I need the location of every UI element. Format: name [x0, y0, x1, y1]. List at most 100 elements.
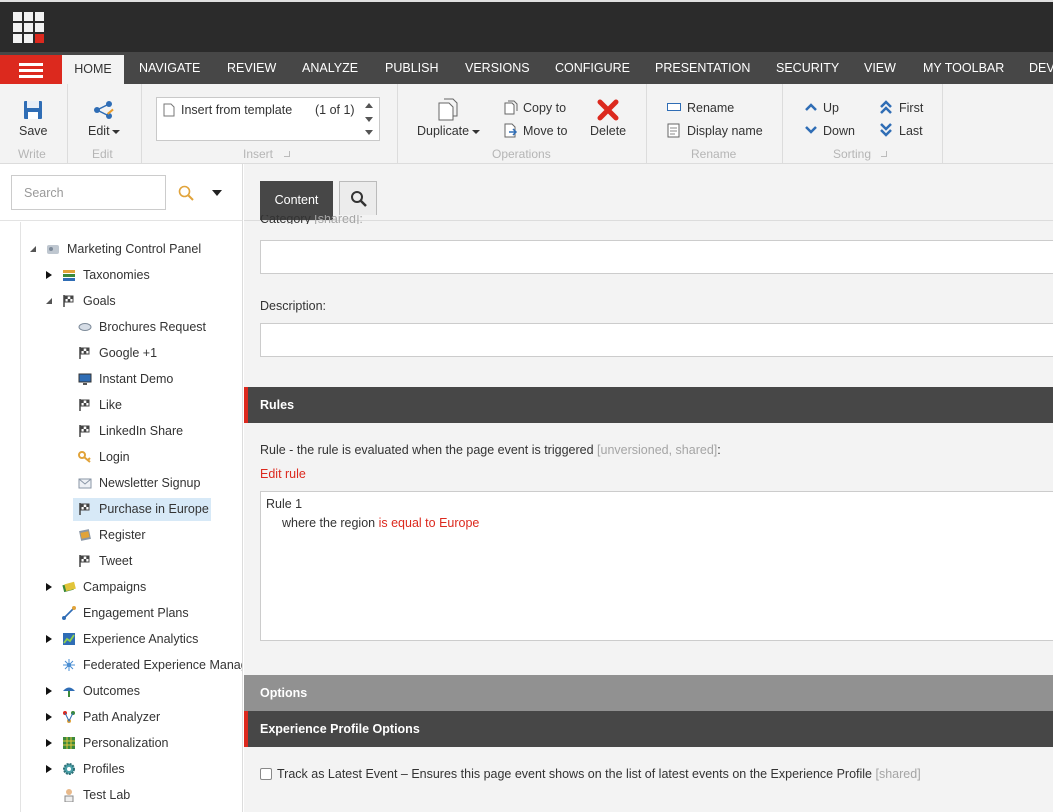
insert-launcher-icon[interactable]	[284, 151, 290, 157]
tab-search[interactable]	[339, 181, 377, 215]
description-field[interactable]	[260, 323, 1053, 357]
group-label-edit: Edit	[92, 147, 113, 161]
tree-item-like[interactable]: Like	[78, 394, 242, 416]
analytics-chart-icon	[63, 633, 75, 645]
move-to-button[interactable]: Move to	[504, 122, 574, 140]
sort-first-button[interactable]: First	[880, 99, 930, 117]
tree-item-purchase-in-europe[interactable]: Purchase in Europe	[78, 498, 242, 520]
track-latest-event-label: Track as Latest Event – Ensures this pag…	[277, 767, 921, 781]
tree-item-campaigns[interactable]: Campaigns	[46, 576, 242, 598]
group-label-insert: Insert	[243, 147, 274, 161]
tree-item-brochures-request[interactable]: Brochures Request	[78, 316, 242, 338]
envelope-icon	[78, 478, 92, 489]
sorting-launcher-icon[interactable]	[881, 151, 887, 157]
insert-template-gallery[interactable]: Insert from template (1 of 1)	[156, 97, 380, 141]
tree-item-federated-experience-manager[interactable]: Federated Experience Manager	[46, 654, 242, 676]
rename-label: Rename	[687, 101, 735, 115]
rule-condition-line: where the region is equal to Europe	[282, 516, 480, 530]
tree-item-experience-analytics[interactable]: Experience Analytics	[46, 628, 242, 650]
copy-to-button[interactable]: Copy to	[504, 99, 574, 117]
duplicate-button[interactable]: Duplicate	[414, 96, 484, 140]
tab-my-toolbar[interactable]: MY TOOLBAR	[923, 52, 1004, 84]
control-panel-icon	[47, 245, 59, 254]
tree-item-instant-demo[interactable]: Instant Demo	[78, 368, 242, 390]
key-icon	[78, 451, 91, 463]
edit-button[interactable]: Edit	[80, 96, 128, 140]
edit-rule-link[interactable]: Edit rule	[260, 467, 306, 481]
delete-button[interactable]: Delete	[586, 96, 630, 140]
tree-item-marketing-control-panel[interactable]: Marketing Control Panel	[30, 238, 242, 260]
experience-profile-section-header[interactable]: Experience Profile Options	[244, 711, 1053, 747]
tree-item-test-lab[interactable]: Test Lab	[46, 784, 242, 806]
brochure-icon	[78, 323, 92, 331]
search-options-dropdown-icon[interactable]	[212, 190, 222, 196]
app-grid-icon[interactable]	[13, 12, 45, 44]
tab-versions[interactable]: VERSIONS	[465, 52, 530, 84]
tab-home[interactable]: HOME	[62, 55, 124, 84]
tree-item-outcomes[interactable]: Outcomes	[46, 680, 242, 702]
chevron-down-icon	[805, 126, 817, 134]
tree-item-google-plus[interactable]: Google +1	[78, 342, 242, 364]
copy-icon	[504, 100, 518, 115]
tab-dev[interactable]: DEV	[1029, 52, 1053, 84]
tab-navigate[interactable]: NAVIGATE	[139, 52, 200, 84]
tree-item-engagement-plans[interactable]: Engagement Plans	[46, 602, 242, 624]
checkered-flag-icon	[79, 555, 90, 567]
tab-review[interactable]: REVIEW	[227, 52, 276, 84]
save-button[interactable]: Save	[10, 96, 56, 140]
rules-section-header[interactable]: Rules	[244, 387, 1053, 423]
tree-item-personalization[interactable]: Personalization	[46, 732, 242, 754]
rename-button[interactable]: Rename	[667, 99, 747, 117]
save-label: Save	[19, 124, 48, 138]
tab-presentation[interactable]: PRESENTATION	[655, 52, 750, 84]
taxonomy-books-icon	[63, 270, 75, 281]
menu-hamburger-icon[interactable]	[0, 55, 62, 84]
tab-analyze[interactable]: ANALYZE	[302, 52, 358, 84]
sort-up-button[interactable]: Up	[805, 99, 845, 117]
track-latest-event-checkbox[interactable]	[260, 768, 272, 780]
tree-item-profiles[interactable]: Profiles	[46, 758, 242, 780]
move-to-label: Move to	[523, 124, 568, 138]
tree-item-linkedin-share[interactable]: LinkedIn Share	[78, 420, 242, 442]
tree-item-path-analyzer[interactable]: Path Analyzer	[46, 706, 242, 728]
tree-item-register[interactable]: Register	[78, 524, 242, 546]
category-field[interactable]	[260, 240, 1053, 274]
tab-publish[interactable]: PUBLISH	[385, 52, 439, 84]
search-input[interactable]	[11, 175, 166, 210]
tree-item-login[interactable]: Login	[78, 446, 242, 468]
tab-view[interactable]: VIEW	[864, 52, 896, 84]
duplicate-dropdown-icon	[472, 130, 480, 134]
edit-share-icon	[94, 101, 114, 119]
sort-down-button[interactable]: Down	[805, 122, 860, 140]
tree-item-goals[interactable]: Goals	[46, 290, 242, 312]
rule-condition-link[interactable]: is equal to Europe	[379, 516, 480, 530]
rule-editor-box[interactable]: Rule 1 where the region is equal to Euro…	[260, 491, 1053, 641]
double-chevron-down-icon	[880, 123, 892, 137]
register-book-icon	[79, 529, 91, 541]
sort-last-button[interactable]: Last	[880, 122, 930, 140]
sort-first-label: First	[899, 101, 924, 115]
sort-last-label: Last	[899, 124, 923, 138]
search-icon[interactable]	[178, 185, 194, 201]
gallery-down-icon[interactable]	[365, 117, 373, 122]
options-section-header[interactable]: Options	[244, 675, 1053, 711]
move-icon	[504, 123, 518, 138]
edit-dropdown-icon	[112, 130, 120, 134]
gallery-more-icon[interactable]	[365, 130, 373, 135]
group-label-write: Write	[18, 147, 46, 161]
tree-item-taxonomies[interactable]: Taxonomies	[46, 264, 242, 286]
tab-configure[interactable]: CONFIGURE	[555, 52, 630, 84]
description-label: Description:	[260, 299, 326, 313]
ribbon: Save Write Edit Edit Insert from templat…	[0, 84, 1053, 164]
delete-label: Delete	[590, 124, 627, 138]
gallery-up-icon[interactable]	[365, 103, 373, 108]
path-analyzer-icon	[63, 711, 75, 723]
tab-security[interactable]: SECURITY	[776, 52, 839, 84]
tree-item-newsletter-signup[interactable]: Newsletter Signup	[78, 472, 242, 494]
category-label: Category [shared]:	[260, 215, 363, 224]
monitor-icon	[78, 373, 92, 385]
insert-template-count: (1 of 1)	[315, 103, 355, 117]
tree-item-tweet[interactable]: Tweet	[78, 550, 242, 572]
rule-title: Rule 1	[266, 497, 303, 511]
display-name-button[interactable]: Display name	[667, 122, 767, 140]
